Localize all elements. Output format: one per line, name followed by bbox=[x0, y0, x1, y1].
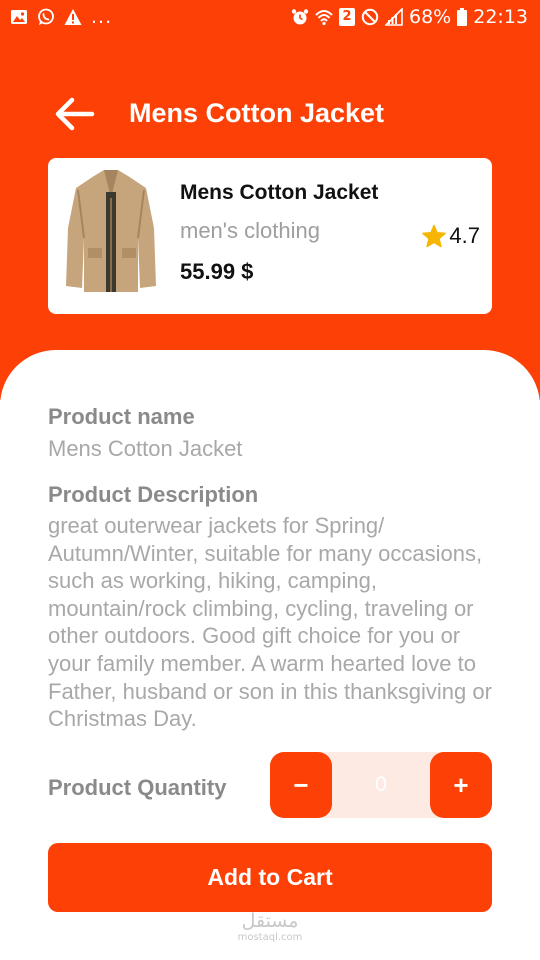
watermark: مستقل mostaql.com bbox=[228, 910, 312, 944]
wifi-icon bbox=[315, 10, 333, 26]
status-bar-right: 2 68% 22:13 bbox=[291, 6, 528, 28]
page-title: Mens Cotton Jacket bbox=[129, 98, 385, 128]
add-to-cart-label: Add to Cart bbox=[207, 864, 333, 890]
sim-2-icon: 2 bbox=[339, 8, 355, 26]
increase-quantity-button[interactable]: + bbox=[430, 752, 492, 818]
product-card: Mens Cotton Jacket men's clothing 55.99 … bbox=[48, 158, 492, 314]
status-more-dots: ... bbox=[91, 6, 113, 28]
product-price: 55.99 $ bbox=[180, 259, 254, 284]
status-bar-left: ... bbox=[10, 6, 113, 28]
quantity-value: 0 bbox=[375, 773, 387, 796]
product-rating: 4.7 bbox=[422, 223, 480, 249]
sim-number: 2 bbox=[342, 9, 352, 24]
product-name: Mens Cotton Jacket bbox=[180, 181, 379, 204]
whatsapp-icon bbox=[38, 8, 54, 25]
status-bar: ... 2 68% 22:13 bbox=[0, 0, 540, 38]
battery-percent: 68% bbox=[409, 6, 452, 28]
description-scroll[interactable]: great outerwear jackets for Spring/ Autu… bbox=[48, 512, 498, 748]
rating-value: 4.7 bbox=[449, 223, 480, 248]
product-description: great outerwear jackets for Spring/ Autu… bbox=[48, 513, 492, 732]
status-time: 22:13 bbox=[473, 6, 528, 28]
star-icon bbox=[422, 224, 447, 248]
watermark-latin: mostaql.com bbox=[237, 932, 303, 943]
signal-icon bbox=[385, 8, 403, 26]
product-category: men's clothing bbox=[180, 218, 320, 243]
add-to-cart-button[interactable]: Add to Cart bbox=[48, 843, 492, 912]
blocked-icon bbox=[361, 8, 379, 26]
battery-icon bbox=[457, 8, 468, 26]
product-quantity-label: Product Quantity bbox=[48, 775, 227, 800]
watermark-arabic: مستقل bbox=[241, 910, 299, 932]
alarm-icon bbox=[291, 9, 309, 25]
app-header: Mens Cotton Jacket bbox=[0, 86, 540, 146]
product-description-label: Product Description bbox=[48, 482, 259, 507]
product-name-value: Mens Cotton Jacket bbox=[48, 436, 243, 461]
plus-icon: + bbox=[453, 769, 469, 800]
quantity-stepper: − 0 + bbox=[270, 752, 492, 818]
decrease-quantity-button[interactable]: − bbox=[270, 752, 332, 818]
jacket-image bbox=[66, 170, 156, 292]
warning-icon bbox=[64, 9, 82, 25]
minus-icon: − bbox=[293, 769, 309, 800]
back-button[interactable] bbox=[52, 94, 98, 134]
arrow-left-icon bbox=[55, 97, 95, 131]
product-name-label: Product name bbox=[48, 404, 195, 429]
image-icon bbox=[11, 10, 27, 24]
